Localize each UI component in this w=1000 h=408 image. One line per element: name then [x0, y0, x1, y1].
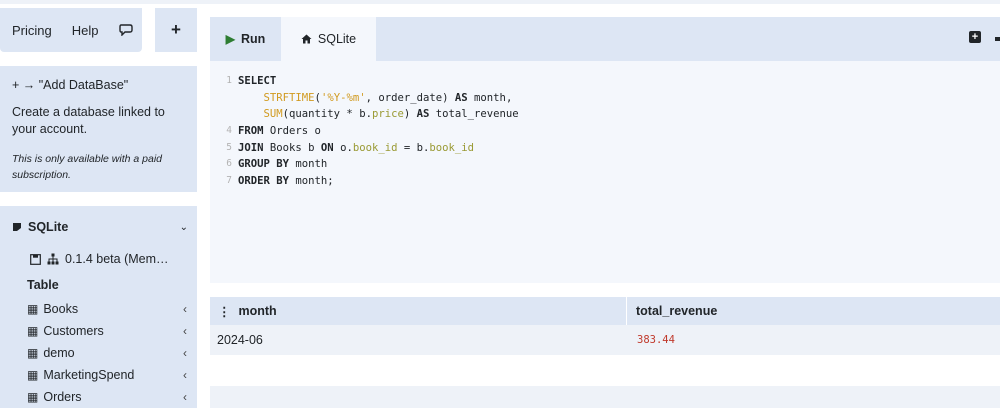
sidebar: Pricing Help + + → "Add DataBase" Create… [0, 4, 197, 408]
help-link[interactable]: Help [72, 23, 99, 38]
results-header: ⋮ month total_revenue [210, 297, 1000, 325]
code-line: SUM(quantity * b.price) AS total_revenue [210, 106, 1000, 123]
line-number: 1 [226, 75, 232, 86]
tab-label: SQLite [317, 32, 357, 46]
line-number [210, 90, 238, 107]
add-database-info: + → "Add DataBase" Create a database lin… [0, 66, 197, 192]
cell-total-revenue: 383.44 [637, 334, 675, 346]
save-icon[interactable] [30, 253, 41, 265]
cell-month: 2024-06 [217, 333, 263, 347]
table-item-label: Customers [43, 324, 104, 338]
column-label: month [238, 304, 277, 318]
kebab-menu-icon[interactable]: ⋮ [218, 304, 231, 319]
table-item-demo[interactable]: ▦ demo ‹ [27, 342, 187, 364]
chevron-down-icon[interactable]: ⌄ [180, 222, 188, 233]
results-table: ⋮ month total_revenue 2024-06 383.44 [210, 297, 1000, 408]
home-icon [301, 34, 312, 44]
run-label: Run [240, 32, 266, 46]
line-number: 7 [226, 175, 232, 187]
pricing-link[interactable]: Pricing [12, 23, 52, 38]
chat-bubble-icon[interactable] [118, 24, 133, 36]
table-grid-icon: ▦ [27, 390, 39, 404]
code-line: 5 JOIN Books b ON o.book_id = b.book_id [210, 140, 1000, 157]
version-label: 0.1.4 beta (Mem… [65, 252, 169, 266]
chevron-left-icon[interactable]: ‹ [183, 302, 187, 316]
run-button[interactable]: ▶ Run [210, 17, 281, 61]
info-description: Create a database linked to your account… [12, 105, 165, 136]
table-item-label: Books [43, 302, 79, 316]
results-footer [210, 386, 1000, 408]
line-number: 4 [226, 125, 232, 137]
code-line: 7 ORDER BY month; [210, 173, 1000, 190]
table-item-label: Orders [43, 390, 82, 404]
table-heading: Table [27, 278, 59, 292]
sql-editor[interactable]: 1 SELECT STRFTIME('%Y-%m', order_date) AS… [210, 61, 1000, 283]
tab-sqlite[interactable]: SQLite [281, 17, 376, 61]
add-database-button[interactable]: + [155, 8, 197, 52]
database-panel: SQLite ⌄ 0.1.4 beta (Mem… Table ▦ Books … [0, 206, 197, 408]
table-item-books[interactable]: ▦ Books ‹ [27, 298, 187, 320]
table-grid-icon: ▦ [27, 346, 39, 360]
table-grid-icon: ▦ [27, 324, 39, 338]
chevron-left-icon[interactable]: ‹ [183, 390, 187, 404]
line-number: 5 [226, 141, 232, 153]
play-icon: ▶ [225, 32, 235, 46]
table-row[interactable]: 2024-06 383.44 [210, 325, 1000, 355]
table-item-label: demo [43, 346, 75, 360]
database-version: 0.1.4 beta (Mem… [30, 252, 169, 266]
code-line: 6 GROUP BY month [210, 156, 1000, 173]
chevron-left-icon[interactable]: ‹ [183, 368, 187, 382]
info-title: + → "Add DataBase" [12, 78, 129, 92]
main-area: ▶ Run SQLite + 1 SELECT STRFTIME('%Y-%m',… [210, 17, 1000, 408]
schema-tree-icon[interactable] [47, 253, 59, 265]
info-note: This is only available with a paid subsc… [12, 153, 162, 181]
database-header[interactable]: SQLite ⌄ [12, 220, 188, 234]
chevron-left-icon[interactable]: ‹ [183, 324, 187, 338]
code-line: STRFTIME('%Y-%m', order_date) AS month, [210, 90, 1000, 107]
line-number: 6 [226, 158, 232, 170]
table-item-orders[interactable]: ▦ Orders ‹ [27, 386, 187, 408]
add-tab-icon[interactable]: + [969, 31, 981, 43]
table-item-customers[interactable]: ▦ Customers ‹ [27, 320, 187, 342]
code-line: 1 SELECT [210, 73, 1000, 90]
table-list: ▦ Books ‹ ▦ Customers ‹ ▦ demo ‹ ▦ Marke… [27, 298, 187, 408]
table-grid-icon: ▦ [27, 302, 39, 316]
chevron-left-icon[interactable]: ‹ [183, 346, 187, 360]
top-links: Pricing Help [0, 8, 142, 52]
table-item-marketingspend[interactable]: ▦ MarketingSpend ‹ [27, 364, 187, 386]
minimize-icon[interactable] [995, 37, 1000, 41]
column-header-month[interactable]: ⋮ month [210, 297, 627, 325]
line-number [210, 106, 238, 123]
tab-bar: ▶ Run SQLite + [210, 17, 1000, 61]
database-flag-icon [13, 223, 21, 231]
database-name: SQLite [28, 220, 69, 234]
column-header-total-revenue[interactable]: total_revenue [627, 304, 717, 318]
code-line: 4 FROM Orders o [210, 123, 1000, 140]
table-item-label: MarketingSpend [43, 368, 135, 382]
table-grid-icon: ▦ [27, 368, 39, 382]
